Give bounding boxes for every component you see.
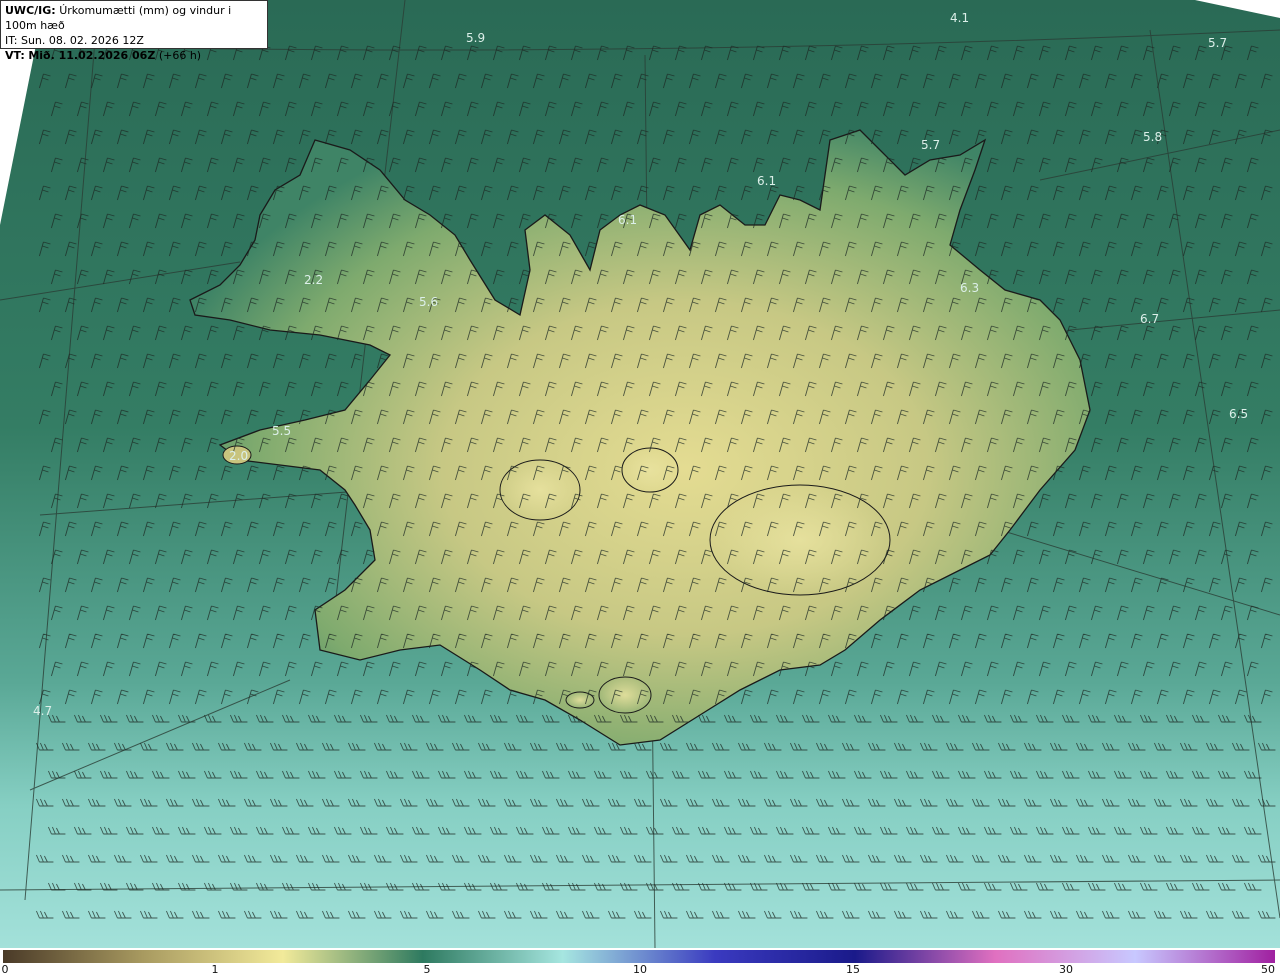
value-label: 4.7: [33, 704, 52, 718]
value-label: 5.7: [921, 138, 940, 152]
it-value: Sun. 08. 02. 2026 12Z: [20, 34, 144, 47]
legend-color-bar: [3, 950, 1275, 963]
color-legend: 0 1 5 10 15 30 50: [0, 948, 1280, 978]
legend-tick: 50: [1261, 963, 1275, 976]
value-label: 4.1: [950, 11, 969, 25]
it-line: IT: Sun. 08. 02. 2026 12Z: [5, 33, 263, 48]
value-label: 6.1: [618, 213, 637, 227]
glacier-hofsjokull: [621, 447, 679, 493]
value-label: 6.5: [1229, 407, 1248, 421]
value-label: 2.2: [304, 273, 323, 287]
value-label: 5.5: [272, 424, 291, 438]
value-label: 6.1: [757, 174, 776, 188]
value-label: 5.8: [1143, 130, 1162, 144]
precipitation-map: 4.1 5.9 5.7 5.8 5.7 6.1 6.1 2.2 5.6 6.3 …: [0, 0, 1280, 948]
vt-line: VT: Mið. 11.02.2026 06Z (+66 h): [5, 48, 263, 63]
legend-tick: 5: [423, 963, 431, 976]
legend-tick: 30: [1059, 963, 1073, 976]
vt-label: VT:: [5, 49, 25, 62]
value-label: 5.6: [419, 295, 438, 309]
it-label: IT:: [5, 34, 18, 47]
legend-tick: 10: [633, 963, 647, 976]
title-line: UWC/IG: Úrkomumætti (mm) og vindur i 100…: [5, 3, 263, 33]
glacier-langjokull: [499, 459, 581, 521]
value-label: 5.9: [466, 31, 485, 45]
model-name: UWC/IG:: [5, 4, 56, 17]
value-label: 6.3: [960, 281, 979, 295]
info-box: UWC/IG: Úrkomumætti (mm) og vindur i 100…: [0, 0, 268, 62]
value-label: 6.7: [1140, 312, 1159, 326]
legend-tick: 0: [1, 963, 9, 976]
value-label: 5.7: [1208, 36, 1227, 50]
legend-tick: 1: [211, 963, 219, 976]
lead-time: (+66 h): [158, 49, 202, 62]
legend-tick: 15: [846, 963, 860, 976]
value-label: 2.0: [229, 449, 248, 463]
vt-value: Mið. 11.02.2026 06Z: [28, 49, 156, 62]
